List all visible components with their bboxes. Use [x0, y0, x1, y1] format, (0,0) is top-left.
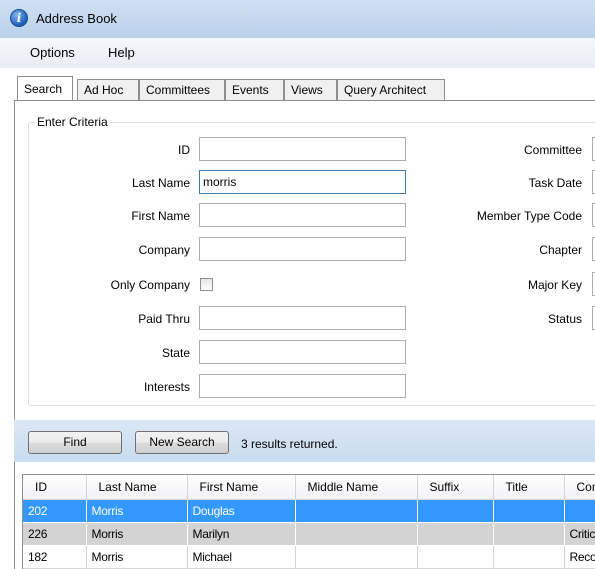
interests-label: Interests	[143, 380, 190, 394]
cell-com	[564, 499, 595, 523]
state-input[interactable]	[199, 340, 406, 364]
new-search-button[interactable]: New Search	[135, 431, 229, 454]
cell-middle-name	[295, 522, 418, 546]
menu-options[interactable]: Options	[30, 45, 75, 60]
only-company-label: Only Company	[110, 278, 190, 292]
tab-search[interactable]: Search	[17, 76, 73, 101]
window-title: Address Book	[36, 11, 117, 26]
major-key-label: Major Key	[527, 278, 582, 292]
table-row[interactable]: 202 Morris Douglas	[23, 499, 595, 523]
paid-thru-input[interactable]	[199, 306, 406, 330]
title-bar: i Address Book	[0, 0, 595, 38]
app-info-icon: i	[10, 9, 28, 27]
column-header-com[interactable]: Com	[564, 475, 595, 500]
cell-suffix	[417, 522, 494, 546]
criteria-group-label: Enter Criteria	[35, 115, 110, 129]
last-name-input[interactable]	[199, 170, 406, 194]
table-row[interactable]: 182 Morris Michael Reco	[23, 545, 595, 569]
company-label: Company	[138, 243, 190, 257]
table-row[interactable]: 226 Morris Marilyn Critic	[23, 522, 595, 546]
id-label: ID	[178, 143, 190, 157]
cell-com: Reco	[564, 545, 595, 569]
column-header-id[interactable]: ID	[23, 475, 87, 500]
tab-committees[interactable]: Committees	[139, 79, 225, 100]
menu-bar: Options Help	[0, 38, 595, 68]
cell-first-name: Michael	[187, 545, 296, 569]
member-type-code-label: Member Type Code	[476, 209, 582, 223]
cell-last-name: Morris	[86, 499, 188, 523]
cell-id: 202	[23, 499, 87, 523]
id-input[interactable]	[199, 137, 406, 161]
state-label: State	[161, 346, 190, 360]
menu-help[interactable]: Help	[108, 45, 135, 60]
column-header-title[interactable]: Title	[493, 475, 565, 500]
cell-id: 182	[23, 545, 87, 569]
cell-id: 226	[23, 522, 87, 546]
results-count-status: 3 results returned.	[241, 437, 338, 451]
column-header-suffix[interactable]: Suffix	[417, 475, 494, 500]
cell-title	[493, 522, 565, 546]
column-header-middle-name[interactable]: Middle Name	[295, 475, 418, 500]
tab-events[interactable]: Events	[225, 79, 284, 100]
find-button[interactable]: Find	[28, 431, 122, 454]
cell-last-name: Morris	[86, 545, 188, 569]
only-company-checkbox[interactable]	[200, 278, 213, 291]
committee-label: Committee	[523, 143, 582, 157]
cell-com: Critic	[564, 522, 595, 546]
status-label: Status	[547, 312, 582, 326]
cell-middle-name	[295, 499, 418, 523]
cell-suffix	[417, 545, 494, 569]
cell-middle-name	[295, 545, 418, 569]
chapter-label: Chapter	[539, 243, 582, 257]
interests-input[interactable]	[199, 374, 406, 398]
cell-last-name: Morris	[86, 522, 188, 546]
cell-title	[493, 545, 565, 569]
tab-views[interactable]: Views	[284, 79, 337, 100]
cell-first-name: Marilyn	[187, 522, 296, 546]
task-date-label: Task Date	[528, 176, 582, 190]
company-input[interactable]	[199, 237, 406, 261]
first-name-label: First Name	[131, 209, 190, 223]
paid-thru-label: Paid Thru	[138, 312, 190, 326]
cell-title	[493, 499, 565, 523]
tab-ad-hoc[interactable]: Ad Hoc	[77, 79, 139, 100]
tab-query-architect[interactable]: Query Architect	[337, 79, 445, 100]
cell-first-name: Douglas	[187, 499, 296, 523]
column-header-first-name[interactable]: First Name	[187, 475, 296, 500]
tab-strip: Search Ad Hoc Committees Events Views Qu…	[0, 68, 595, 102]
column-header-last-name[interactable]: Last Name	[86, 475, 188, 500]
first-name-input[interactable]	[199, 203, 406, 227]
last-name-label: Last Name	[131, 176, 190, 190]
cell-suffix	[417, 499, 494, 523]
results-grid[interactable]: ID Last Name First Name Middle Name Suff…	[22, 474, 595, 569]
results-header-row: ID Last Name First Name Middle Name Suff…	[23, 475, 595, 500]
